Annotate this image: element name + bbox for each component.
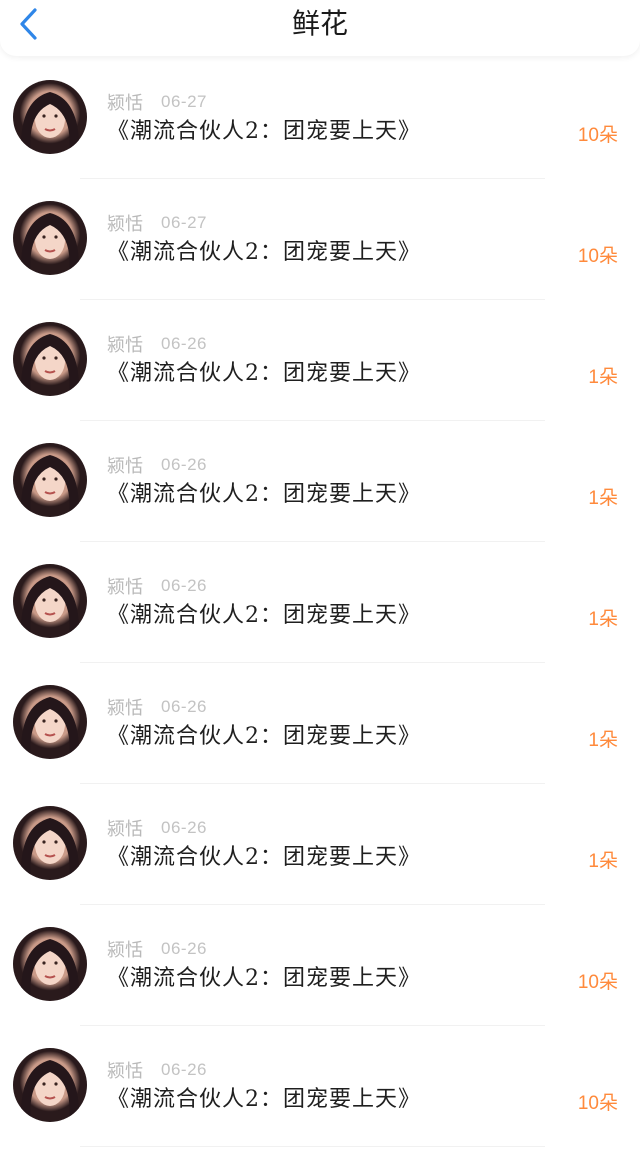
- user-name: 颍恬: [107, 698, 143, 719]
- record-date: 06-26: [161, 334, 207, 353]
- list-item[interactable]: 颍恬 06-26 《潮流合伙人2：团宠要上天》 10朵: [0, 905, 640, 1026]
- record-meta: 颍恬 06-26: [107, 817, 207, 840]
- record-date: 06-26: [161, 576, 207, 595]
- record-meta: 颍恬 06-26: [107, 696, 207, 719]
- flower-amount: 10朵: [577, 246, 618, 267]
- flower-amount: 10朵: [577, 125, 618, 146]
- flower-amount: 1朵: [588, 609, 618, 630]
- record-meta: 颍恬 06-26: [107, 454, 207, 477]
- book-title: 《潮流合伙人2：团宠要上天》: [107, 966, 421, 991]
- record-date: 06-27: [161, 92, 207, 111]
- flower-record-list: 颍恬 06-27 《潮流合伙人2：团宠要上天》 10朵 颍恬 06-27 《潮流…: [0, 58, 640, 1147]
- list-item[interactable]: 颍恬 06-26 《潮流合伙人2：团宠要上天》 1朵: [0, 300, 640, 421]
- book-title: 《潮流合伙人2：团宠要上天》: [107, 240, 421, 265]
- flower-amount: 1朵: [588, 730, 618, 751]
- avatar[interactable]: [13, 80, 87, 154]
- record-meta: 颍恬 06-27: [107, 212, 207, 235]
- user-name: 颍恬: [107, 93, 143, 114]
- book-title: 《潮流合伙人2：团宠要上天》: [107, 603, 421, 628]
- book-title: 《潮流合伙人2：团宠要上天》: [107, 1087, 421, 1112]
- record-meta: 颍恬 06-27: [107, 91, 207, 114]
- book-title: 《潮流合伙人2：团宠要上天》: [107, 119, 421, 144]
- record-date: 06-26: [161, 1060, 207, 1079]
- avatar[interactable]: [13, 685, 87, 759]
- list-item[interactable]: 颍恬 06-27 《潮流合伙人2：团宠要上天》 10朵: [0, 58, 640, 179]
- avatar[interactable]: [13, 1048, 87, 1122]
- flower-amount: 1朵: [588, 488, 618, 509]
- divider: [80, 1146, 545, 1147]
- top-nav-bar: 鲜花: [0, 0, 640, 56]
- record-meta: 颍恬 06-26: [107, 575, 207, 598]
- user-name: 颍恬: [107, 335, 143, 356]
- record-meta: 颍恬 06-26: [107, 1059, 207, 1082]
- user-name: 颍恬: [107, 1061, 143, 1082]
- record-date: 06-26: [161, 697, 207, 716]
- flower-amount: 10朵: [577, 1093, 618, 1114]
- record-date: 06-26: [161, 939, 207, 958]
- list-item[interactable]: 颍恬 06-26 《潮流合伙人2：团宠要上天》 1朵: [0, 663, 640, 784]
- book-title: 《潮流合伙人2：团宠要上天》: [107, 845, 421, 870]
- record-meta: 颍恬 06-26: [107, 938, 207, 961]
- list-item[interactable]: 颍恬 06-26 《潮流合伙人2：团宠要上天》 1朵: [0, 784, 640, 905]
- avatar[interactable]: [13, 322, 87, 396]
- avatar[interactable]: [13, 564, 87, 638]
- user-name: 颍恬: [107, 819, 143, 840]
- list-item[interactable]: 颍恬 06-26 《潮流合伙人2：团宠要上天》 1朵: [0, 421, 640, 542]
- record-meta: 颍恬 06-26: [107, 333, 207, 356]
- record-date: 06-27: [161, 213, 207, 232]
- list-item[interactable]: 颍恬 06-26 《潮流合伙人2：团宠要上天》 1朵: [0, 542, 640, 663]
- book-title: 《潮流合伙人2：团宠要上天》: [107, 482, 421, 507]
- flower-amount: 10朵: [577, 972, 618, 993]
- user-name: 颍恬: [107, 940, 143, 961]
- avatar[interactable]: [13, 201, 87, 275]
- user-name: 颍恬: [107, 577, 143, 598]
- avatar[interactable]: [13, 806, 87, 880]
- user-name: 颍恬: [107, 214, 143, 235]
- avatar[interactable]: [13, 443, 87, 517]
- flower-amount: 1朵: [588, 367, 618, 388]
- flower-amount: 1朵: [588, 851, 618, 872]
- list-item[interactable]: 颍恬 06-26 《潮流合伙人2：团宠要上天》 10朵: [0, 1026, 640, 1147]
- book-title: 《潮流合伙人2：团宠要上天》: [107, 724, 421, 749]
- avatar[interactable]: [13, 927, 87, 1001]
- user-name: 颍恬: [107, 456, 143, 477]
- list-item[interactable]: 颍恬 06-27 《潮流合伙人2：团宠要上天》 10朵: [0, 179, 640, 300]
- record-date: 06-26: [161, 455, 207, 474]
- page-title: 鲜花: [291, 7, 348, 40]
- book-title: 《潮流合伙人2：团宠要上天》: [107, 361, 421, 386]
- record-date: 06-26: [161, 818, 207, 837]
